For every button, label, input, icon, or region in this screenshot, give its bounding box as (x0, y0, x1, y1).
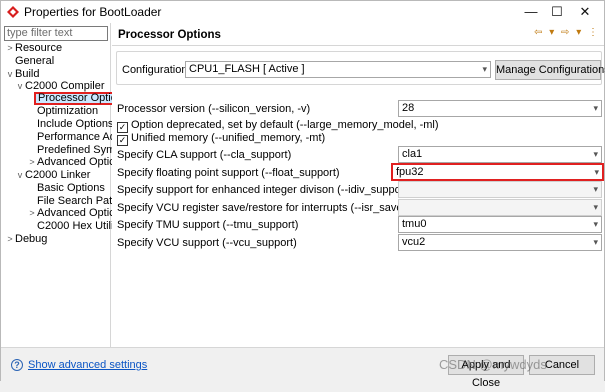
idiv-support-select[interactable]: ▾ (398, 181, 602, 198)
float-support-select[interactable]: fpu32 ▾ (391, 163, 604, 181)
manage-configurations-button[interactable]: Manage Configurations... (495, 60, 605, 80)
tree-item-processor-options[interactable]: Processor Optio (34, 92, 121, 105)
option-label-cla-support: Specify CLA support (--cla_support) (117, 149, 292, 161)
tree-item-resource[interactable]: > Resource (5, 42, 62, 54)
chevron-down-icon: ▾ (593, 219, 598, 229)
history-nav-icons[interactable]: ⇦ ▾ ⇨ ▾ ⋮ (534, 27, 600, 38)
title-bar: Properties for BootLoader — ☐ ✕ (1, 1, 604, 23)
app-icon (7, 6, 19, 18)
tree-item-file-search-path[interactable]: File Search Path (37, 195, 118, 207)
cla-support-select[interactable]: cla1 ▾ (398, 146, 602, 163)
watermark: CSDN @mywdyds (439, 357, 547, 372)
tree-item-build[interactable]: v Build (5, 68, 40, 80)
chevron-down-icon[interactable]: v (5, 68, 15, 80)
processor-version-select[interactable]: 28 ▾ (398, 100, 602, 117)
option-large-memory-model[interactable]: ✓ Option deprecated, set by default (--la… (117, 119, 439, 133)
minimize-button[interactable]: — (519, 3, 543, 21)
tree-item-performance-advisor[interactable]: Performance Ad (37, 131, 116, 143)
chevron-right-icon[interactable]: > (5, 233, 15, 245)
show-advanced-settings-link[interactable]: Show advanced settings (28, 359, 147, 371)
chevron-down-icon: ▾ (593, 103, 598, 113)
tree-item-optimization[interactable]: Optimization (37, 105, 98, 117)
left-navigation-pane: type filter text > Resource General v Buil… (1, 23, 122, 347)
properties-window: Properties for BootLoader — ☐ ✕ type fil… (0, 0, 605, 389)
option-label-vcu-support: Specify VCU support (--vcu_support) (117, 237, 297, 249)
chevron-down-icon[interactable]: v (15, 80, 25, 92)
tree-item-general[interactable]: General (5, 55, 54, 67)
chevron-right-icon[interactable]: > (27, 156, 37, 168)
maximize-button[interactable]: ☐ (545, 3, 569, 21)
tree-item-debug[interactable]: > Debug (5, 233, 47, 245)
tree-item-c2000-hex-utility[interactable]: C2000 Hex Utility (27, 220, 122, 232)
vcu-support-select[interactable]: vcu2 ▾ (398, 234, 602, 251)
configuration-label: Configuration: (122, 64, 191, 76)
option-label-float-support: Specify floating point support (--float_… (117, 167, 340, 179)
tree-item-predefined-symbols[interactable]: Predefined Syml (37, 144, 118, 156)
tree-item-advanced-options-linker[interactable]: > Advanced Optic (27, 207, 114, 219)
tree-item-advanced-options-compiler[interactable]: > Advanced Optic (27, 156, 114, 168)
chevron-down-icon: ▾ (593, 237, 598, 247)
tree-item-c2000-compiler[interactable]: v C2000 Compiler (15, 80, 105, 92)
chevron-down-icon: ▾ (593, 202, 598, 212)
header-divider (112, 45, 604, 46)
configuration-group: Configuration: CPU1_FLASH [ Active ] ▾ M… (116, 51, 605, 85)
tmu-support-select[interactable]: tmu0 ▾ (398, 216, 602, 233)
chevron-down-icon: ▾ (593, 184, 598, 194)
isr-save-vcu-regs-select[interactable]: ▾ (398, 199, 602, 216)
chevron-right-icon[interactable]: > (27, 207, 37, 219)
chevron-down-icon: ▾ (593, 149, 598, 159)
configuration-select[interactable]: CPU1_FLASH [ Active ] ▾ (185, 61, 491, 78)
chevron-down-icon: ▾ (482, 64, 487, 74)
chevron-down-icon: ▾ (594, 167, 599, 177)
filter-input[interactable]: type filter text (4, 26, 108, 41)
tree-item-basic-options[interactable]: Basic Options (37, 182, 105, 194)
close-button[interactable]: ✕ (573, 3, 597, 21)
option-label-idiv-support: Specify support for enhanced integer div… (117, 184, 412, 196)
unified-memory-checkbox[interactable]: ✓ (117, 135, 128, 146)
tree-item-include-options[interactable]: Include Options (37, 118, 113, 130)
option-unified-memory[interactable]: ✓ Unified memory (--unified_memory, -mt) (117, 132, 325, 146)
window-title: Properties for BootLoader (24, 5, 162, 19)
chevron-right-icon[interactable]: > (5, 42, 15, 54)
dialog-footer: ? Show advanced settings Apply and Close… (1, 347, 604, 389)
option-label-processor-version: Processor version (--silicon_version, -v… (117, 103, 311, 115)
options-pane: Processor Options ⇦ ▾ ⇨ ▾ ⋮ Configuratio… (112, 23, 605, 347)
tree-item-c2000-linker[interactable]: v C2000 Linker (15, 169, 91, 181)
chevron-down-icon[interactable]: v (15, 169, 25, 181)
page-title: Processor Options (118, 29, 221, 41)
help-icon[interactable]: ? (11, 359, 23, 371)
option-label-tmu-support: Specify TMU support (--tmu_support) (117, 219, 299, 231)
